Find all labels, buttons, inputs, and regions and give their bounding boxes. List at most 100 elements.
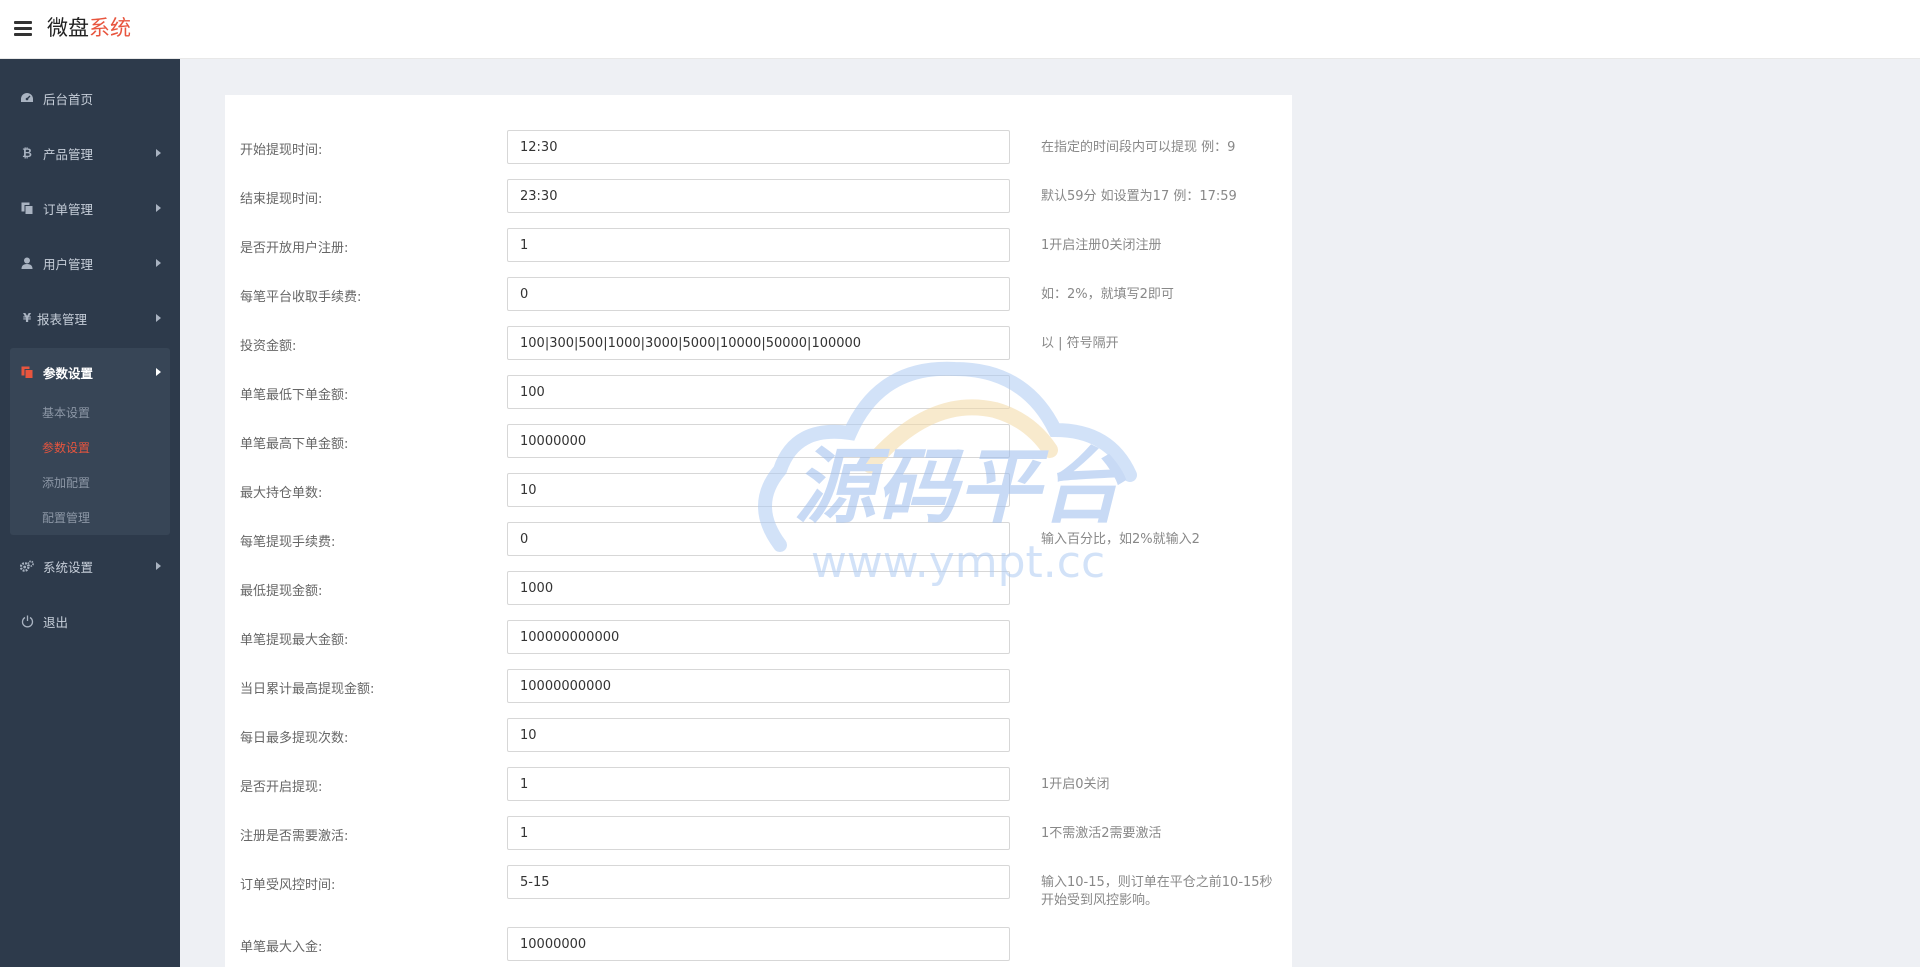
chevron-right-icon — [156, 368, 161, 376]
gears-icon — [20, 559, 34, 573]
submenu-item-params[interactable]: 参数设置 — [42, 439, 90, 456]
max-order-amount-input[interactable] — [507, 424, 1010, 458]
field-label: 投资金额: — [240, 339, 297, 354]
withdraw-fee-input[interactable] — [507, 522, 1010, 556]
field-label: 单笔最低下单金额: — [240, 388, 349, 403]
field-label: 每笔提现手续费: — [240, 535, 336, 550]
enable-withdraw-input[interactable] — [507, 767, 1010, 801]
platform-fee-input[interactable] — [507, 277, 1010, 311]
submenu-item-config-manage[interactable]: 配置管理 — [42, 509, 90, 526]
sidebar-item-users[interactable]: 用户管理 — [0, 243, 180, 283]
field-label: 当日累计最高提现金额: — [240, 682, 375, 697]
form-row-max-positions: 最大持仓单数: — [225, 473, 1292, 508]
form-row-withdraw-start: 开始提现时间: 在指定的时间段内可以提现 例：9 — [225, 130, 1292, 165]
field-label: 开始提现时间: — [240, 143, 323, 158]
field-label: 最低提现金额: — [240, 584, 323, 599]
open-register-input[interactable] — [507, 228, 1010, 262]
field-label: 每日最多提现次数: — [240, 731, 349, 746]
withdraw-start-time-input[interactable] — [507, 130, 1010, 164]
field-hint: 输入10-15，则订单在平仓之前10-15秒 开始受到风控影响。 — [1041, 874, 1273, 910]
withdraw-end-time-input[interactable] — [507, 179, 1010, 213]
form-row-platform-fee: 每笔平台收取手续费: 如：2%，就填写2即可 — [225, 277, 1292, 312]
sidebar-item-label: 订单管理 — [43, 201, 94, 217]
field-label: 单笔最高下单金额: — [240, 437, 349, 452]
field-label: 订单受风控时间: — [240, 878, 336, 893]
chevron-right-icon — [156, 562, 161, 570]
sidebar-item-system[interactable]: 系统设置 — [0, 546, 180, 586]
sidebar-item-dashboard[interactable]: 后台首页 — [0, 78, 180, 118]
min-order-amount-input[interactable] — [507, 375, 1010, 409]
form-row-withdraw-fee: 每笔提现手续费: 输入百分比，如2%就输入2 — [225, 522, 1292, 557]
field-label: 是否开启提现: — [240, 780, 323, 795]
form-row-invest-amount: 投资金额: 以 | 符号隔开 — [225, 326, 1292, 361]
copy-icon — [20, 201, 34, 215]
max-positions-input[interactable] — [507, 473, 1010, 507]
daily-withdraw-count-input[interactable] — [507, 718, 1010, 752]
form-row-daily-withdraw-limit: 当日累计最高提现金额: — [225, 669, 1292, 704]
field-label: 最大持仓单数: — [240, 486, 323, 501]
form-row-open-register: 是否开放用户注册: 1开启注册0关闭注册 — [225, 228, 1292, 263]
sidebar-item-products[interactable]: ₿ 产品管理 — [0, 133, 180, 173]
form-row-min-withdraw: 最低提现金额: — [225, 571, 1292, 606]
field-label: 单笔最大入金: — [240, 940, 323, 955]
brand-text-accent: 系统 — [89, 16, 131, 40]
chevron-right-icon — [156, 204, 161, 212]
min-withdraw-input[interactable] — [507, 571, 1010, 605]
sidebar-item-reports[interactable]: ¥ 报表管理 — [0, 298, 180, 338]
max-deposit-input[interactable] — [507, 927, 1010, 961]
submenu-item-basic[interactable]: 基本设置 — [42, 404, 90, 421]
chevron-right-icon — [156, 149, 161, 157]
submenu-item-add-config[interactable]: 添加配置 — [42, 474, 90, 491]
form-row-risk-control-time: 订单受风控时间: 输入10-15，则订单在平仓之前10-15秒 开始受到风控影响… — [225, 865, 1292, 915]
form-row-register-activation: 注册是否需要激活: 1不需激活2需要激活 — [225, 816, 1292, 851]
sidebar-item-label: 系统设置 — [43, 559, 94, 575]
field-hint: 在指定的时间段内可以提现 例：9 — [1041, 140, 1236, 155]
register-activation-input[interactable] — [507, 816, 1010, 850]
files-icon — [20, 365, 34, 379]
field-label: 注册是否需要激活: — [240, 829, 349, 844]
daily-withdraw-limit-input[interactable] — [507, 669, 1010, 703]
form-row-enable-withdraw: 是否开启提现: 1开启0关闭 — [225, 767, 1292, 802]
form-row-max-deposit: 单笔最大入金: — [225, 927, 1292, 962]
brand-logo[interactable]: 微盘系统 — [47, 14, 131, 42]
form-row-daily-withdraw-count: 每日最多提现次数: — [225, 718, 1292, 753]
settings-panel: 开始提现时间: 在指定的时间段内可以提现 例：9 结束提现时间: 默认59分 如… — [225, 95, 1292, 967]
sidebar-item-label: 报表管理 — [37, 311, 88, 327]
field-label: 结束提现时间: — [240, 192, 323, 207]
field-hint-line1: 输入10-15，则订单在平仓之前10-15秒 — [1041, 875, 1273, 890]
menu-toggle-icon[interactable] — [14, 20, 32, 36]
field-hint-line2: 开始受到风控影响。 — [1041, 893, 1159, 908]
chevron-right-icon — [156, 259, 161, 267]
field-hint: 1不需激活2需要激活 — [1041, 826, 1162, 841]
field-label: 每笔平台收取手续费: — [240, 290, 362, 305]
user-icon — [20, 256, 34, 270]
sidebar-item-params[interactable]: 参数设置 — [0, 352, 180, 392]
sidebar-item-label: 退出 — [43, 614, 69, 630]
form-row-max-withdraw: 单笔提现最大金额: — [225, 620, 1292, 655]
chevron-right-icon — [156, 314, 161, 322]
invest-amount-input[interactable] — [507, 326, 1010, 360]
sidebar-item-label: 产品管理 — [43, 146, 94, 162]
field-label: 是否开放用户注册: — [240, 241, 349, 256]
risk-control-time-input[interactable] — [507, 865, 1010, 899]
brand-text-main: 微盘 — [47, 16, 89, 40]
form-row-max-order: 单笔最高下单金额: — [225, 424, 1292, 459]
field-hint: 如：2%，就填写2即可 — [1041, 287, 1174, 302]
power-icon — [20, 614, 34, 628]
sidebar-item-label: 后台首页 — [43, 91, 94, 107]
sidebar-item-label: 用户管理 — [43, 256, 94, 272]
field-hint: 输入百分比，如2%就输入2 — [1041, 532, 1200, 547]
field-hint: 以 | 符号隔开 — [1041, 336, 1119, 351]
max-withdraw-input[interactable] — [507, 620, 1010, 654]
sidebar-item-label: 参数设置 — [43, 365, 94, 381]
sidebar-item-logout[interactable]: 退出 — [0, 601, 180, 641]
bitcoin-icon: ₿ — [22, 146, 32, 160]
yen-icon: ¥ — [22, 311, 32, 325]
form-row-min-order: 单笔最低下单金额: — [225, 375, 1292, 410]
sidebar-item-orders[interactable]: 订单管理 — [0, 188, 180, 228]
dashboard-icon — [20, 91, 34, 105]
field-hint: 1开启注册0关闭注册 — [1041, 238, 1162, 253]
top-header: 微盘系统 — [0, 0, 1920, 59]
sidebar: 后台首页 ₿ 产品管理 订单管理 用户管理 ¥ 报表管理 参数设置 基本设置 参… — [0, 59, 180, 967]
form-row-withdraw-end: 结束提现时间: 默认59分 如设置为17 例：17:59 — [225, 179, 1292, 214]
